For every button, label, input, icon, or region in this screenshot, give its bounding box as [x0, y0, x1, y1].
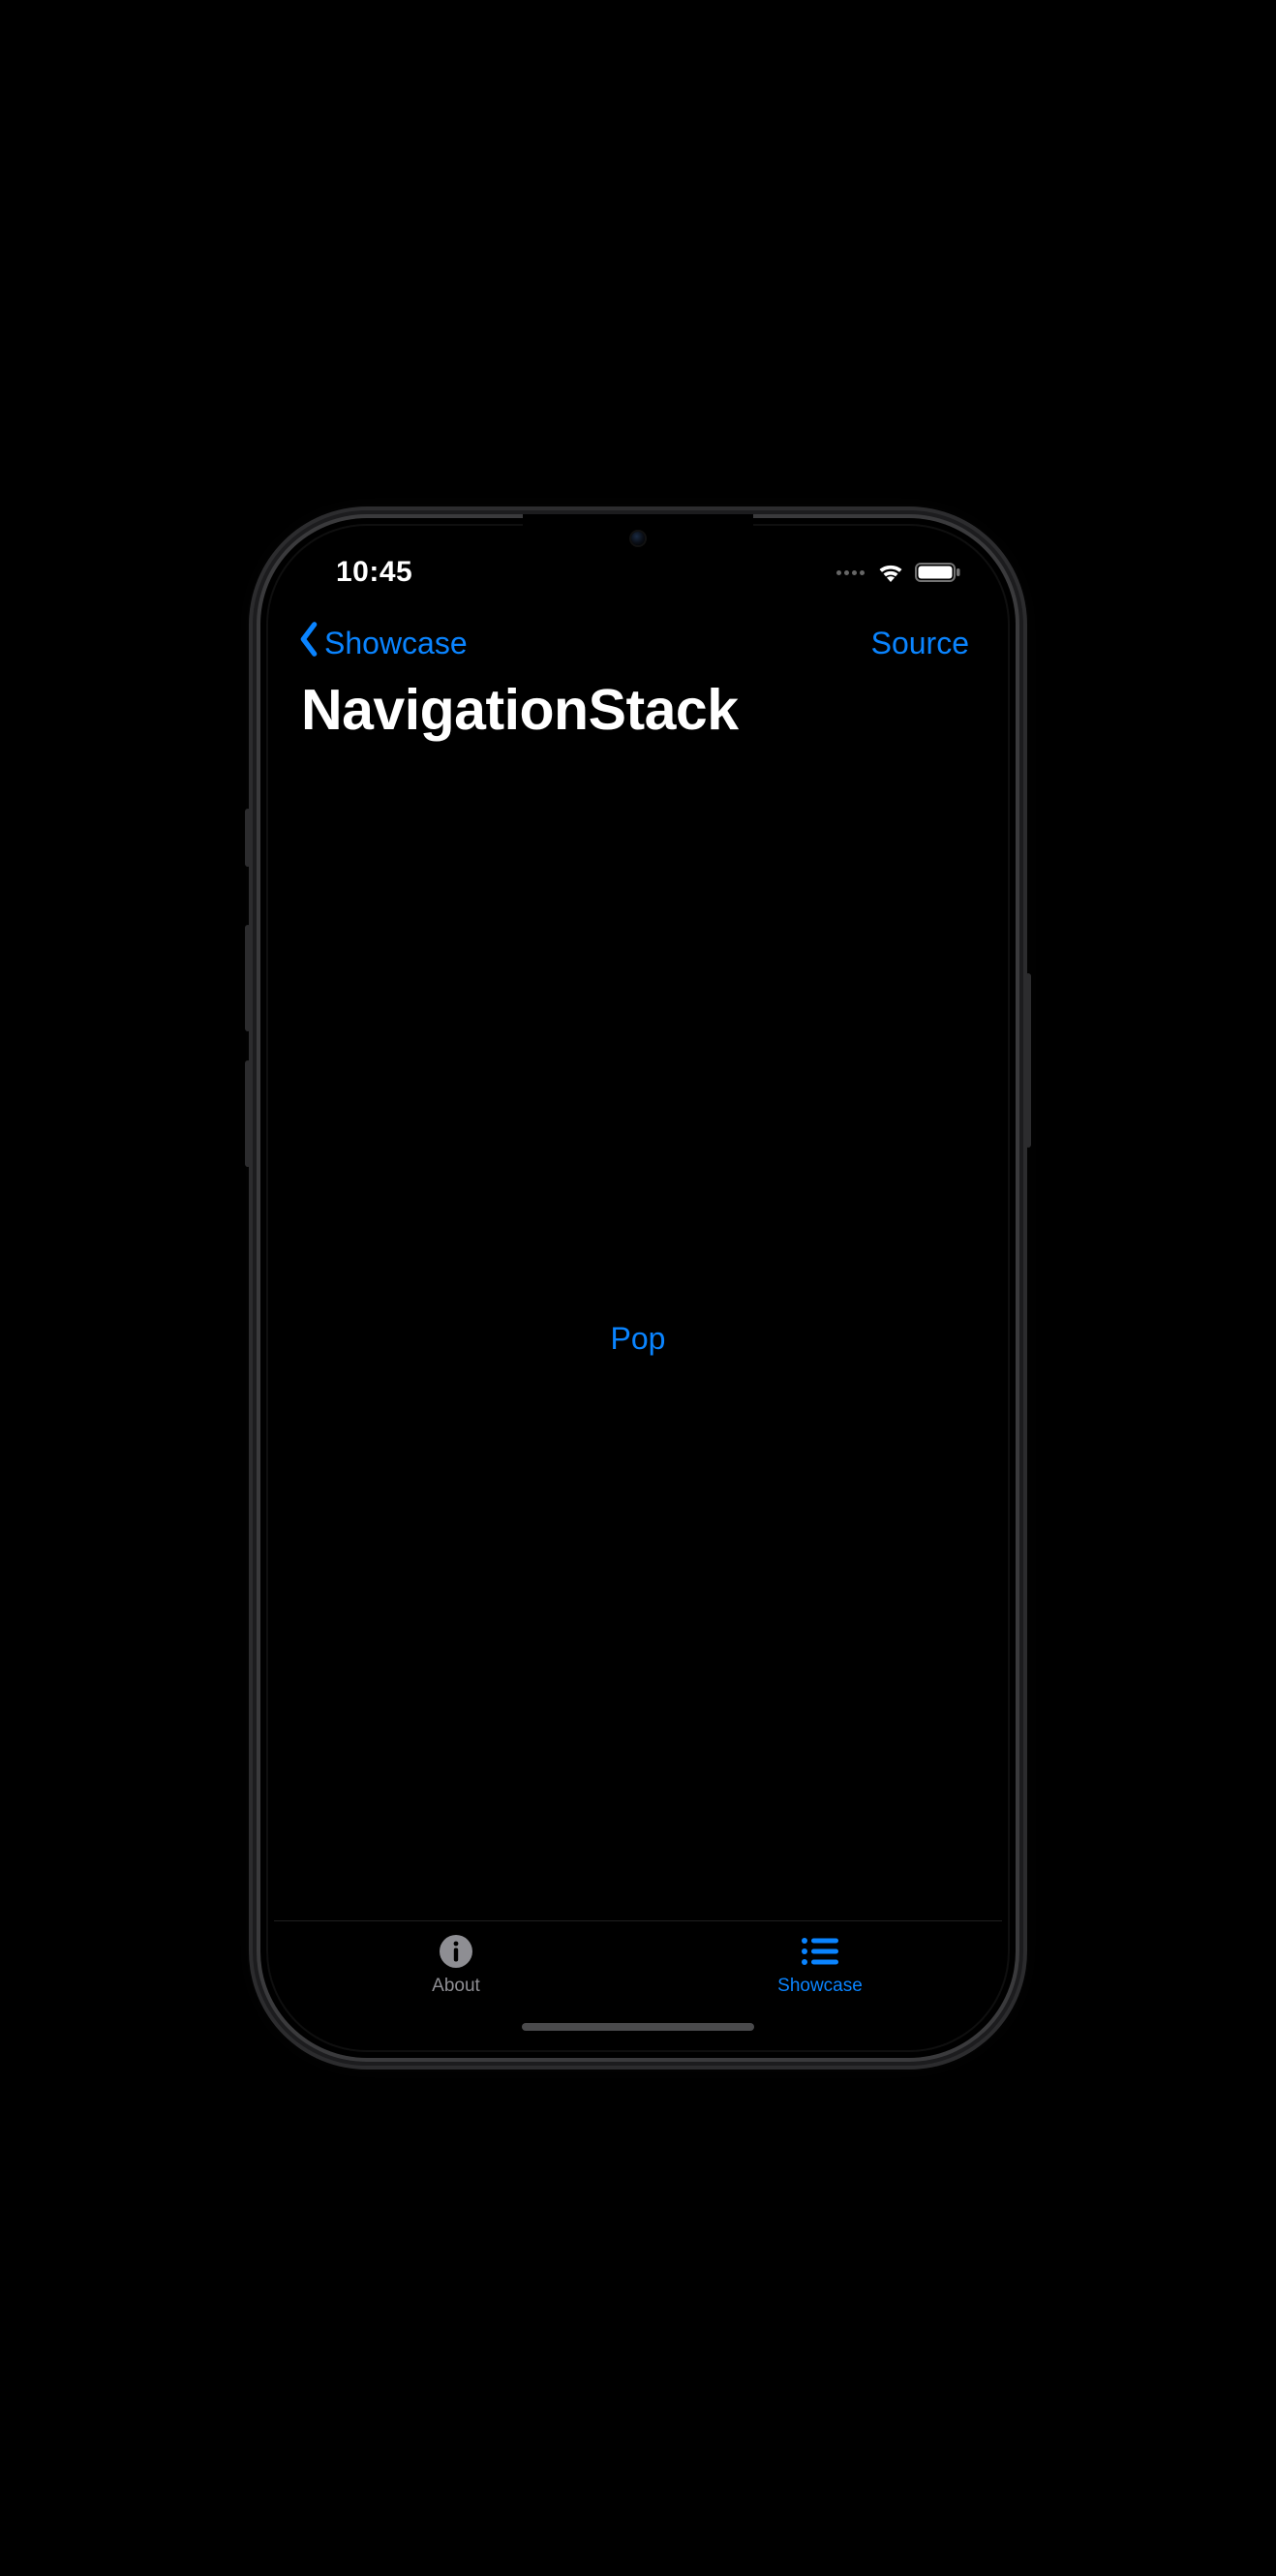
notch [527, 518, 749, 559]
home-indicator[interactable] [522, 2023, 754, 2031]
device-frame: 10:45 [260, 518, 1016, 2058]
content-area: Pop [274, 756, 1002, 1920]
navigation-bar: Showcase Source [274, 596, 1002, 671]
volume-up-button[interactable] [245, 925, 251, 1031]
volume-down-button[interactable] [245, 1060, 251, 1167]
list-bullet-icon [799, 1931, 841, 1972]
tab-showcase-label: Showcase [777, 1976, 863, 1997]
info-circle-icon [435, 1931, 477, 1972]
battery-icon [915, 562, 961, 583]
screen: 10:45 [274, 532, 1002, 2044]
chevron-left-icon [297, 621, 320, 665]
status-indicators [836, 562, 961, 583]
status-time: 10:45 [336, 556, 412, 589]
wifi-icon [876, 562, 905, 583]
tab-about-label: About [432, 1976, 480, 1997]
source-button[interactable]: Source [871, 626, 979, 661]
cellular-icon [836, 570, 865, 575]
page-title: NavigationStack [274, 671, 1002, 756]
mute-switch[interactable] [245, 809, 251, 867]
front-camera [631, 532, 645, 545]
pop-button[interactable]: Pop [611, 1321, 666, 1357]
power-button[interactable] [1025, 973, 1031, 1148]
back-button[interactable]: Showcase [297, 621, 468, 665]
back-label: Showcase [324, 626, 468, 661]
